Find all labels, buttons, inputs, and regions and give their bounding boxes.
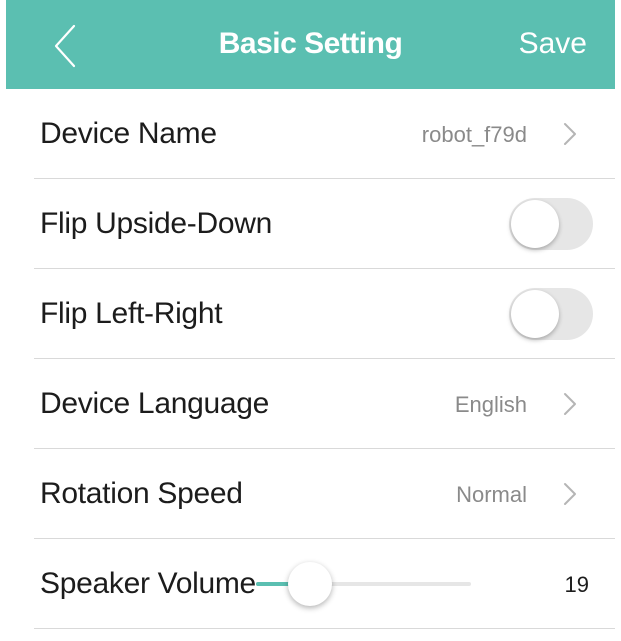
settings-list: Device Name robot_f79d Flip Upside-Down … xyxy=(6,89,615,629)
toggle-knob xyxy=(511,200,559,248)
chevron-right-icon xyxy=(564,483,576,505)
speaker-volume-value: 19 xyxy=(564,572,589,597)
save-button[interactable]: Save xyxy=(519,27,587,61)
back-button[interactable] xyxy=(44,24,84,68)
flip-left-right-toggle[interactable] xyxy=(509,288,593,340)
toggle-knob xyxy=(511,290,559,338)
device-name-label: Device Name xyxy=(40,117,217,150)
setting-flip-left-right: Flip Left-Right xyxy=(6,269,615,359)
flip-left-right-label: Flip Left-Right xyxy=(40,297,223,330)
device-language-value: English xyxy=(454,392,527,417)
flip-upside-down-toggle[interactable] xyxy=(509,198,593,250)
rotation-speed-value: Normal xyxy=(456,482,527,507)
flip-upside-down-label: Flip Upside-Down xyxy=(40,207,272,240)
setting-speaker-volume: Speaker Volume 19 xyxy=(6,539,615,629)
speaker-volume-label: Speaker Volume xyxy=(40,567,256,600)
setting-device-name[interactable]: Device Name robot_f79d xyxy=(6,89,615,179)
setting-flip-upside-down: Flip Upside-Down xyxy=(6,179,615,269)
rotation-speed-label: Rotation Speed xyxy=(40,477,243,510)
header-bar: Basic Setting Save xyxy=(6,0,615,89)
device-name-value: robot_f79d xyxy=(421,122,527,147)
speaker-volume-slider[interactable] xyxy=(256,562,471,606)
device-language-label: Device Language xyxy=(40,387,270,420)
chevron-right-icon xyxy=(564,393,576,415)
chevron-right-icon xyxy=(564,123,576,145)
setting-rotation-speed[interactable]: Rotation Speed Normal xyxy=(6,449,615,539)
slider-knob[interactable] xyxy=(287,562,332,606)
chevron-left-icon xyxy=(54,24,76,68)
setting-device-language[interactable]: Device Language English xyxy=(6,359,615,449)
